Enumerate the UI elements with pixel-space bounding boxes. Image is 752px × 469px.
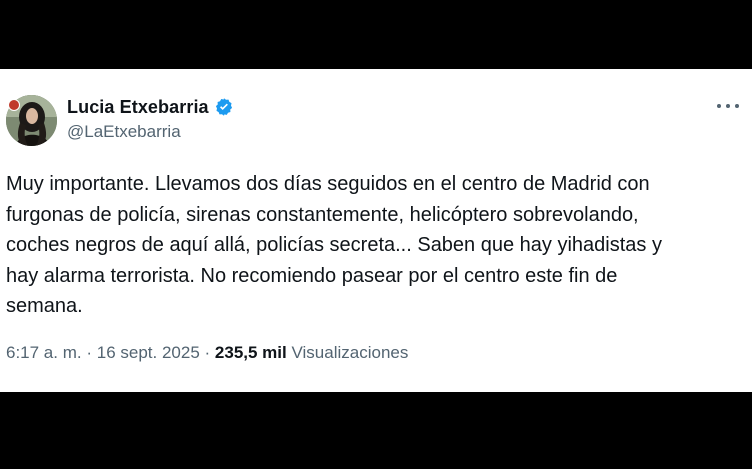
verified-badge-icon[interactable] [214, 97, 234, 117]
more-options-icon[interactable] [717, 99, 739, 113]
tweet-text-line: hay alarma terrorista. No recomiendo pas… [6, 264, 618, 287]
tweet-time[interactable]: 6:17 a. m. [6, 343, 82, 362]
author-name-row[interactable]: Lucia Etxebarria [67, 95, 234, 119]
more-dot [717, 104, 721, 108]
tweet-text-line: coches negros de aquí allá, policías sec… [6, 234, 662, 256]
more-dot [735, 104, 739, 108]
more-dot [726, 104, 730, 108]
tweet-meta: 6:17 a. m. · 16 sept. 2025 · 235,5 mil V… [6, 343, 408, 363]
tweet-text-line: semana. [6, 295, 83, 317]
author-handle[interactable]: @LaEtxebarria [67, 122, 181, 142]
tweet-card: Lucia Etxebarria @LaEtxebarria Muy impor… [0, 69, 752, 392]
views-count: 235,5 mil [214, 343, 287, 362]
avatar-badge-icon [8, 99, 20, 111]
author-display-name[interactable]: Lucia Etxebarria [67, 97, 209, 118]
tweet-text-line: Muy importante. Llevamos dos días seguid… [6, 173, 650, 195]
views-label: Visualizaciones [291, 343, 409, 362]
tweet-text-line: furgonas de policía, sirenas constanteme… [6, 203, 639, 226]
meta-separator: · [86, 343, 93, 362]
tweet-date[interactable]: 16 sept. 2025 [97, 343, 200, 362]
video-frame: Lucia Etxebarria @LaEtxebarria Muy impor… [0, 0, 752, 469]
tweet-text: Muy importante. Llevamos dos días seguid… [6, 169, 746, 322]
meta-separator: · [204, 343, 211, 362]
